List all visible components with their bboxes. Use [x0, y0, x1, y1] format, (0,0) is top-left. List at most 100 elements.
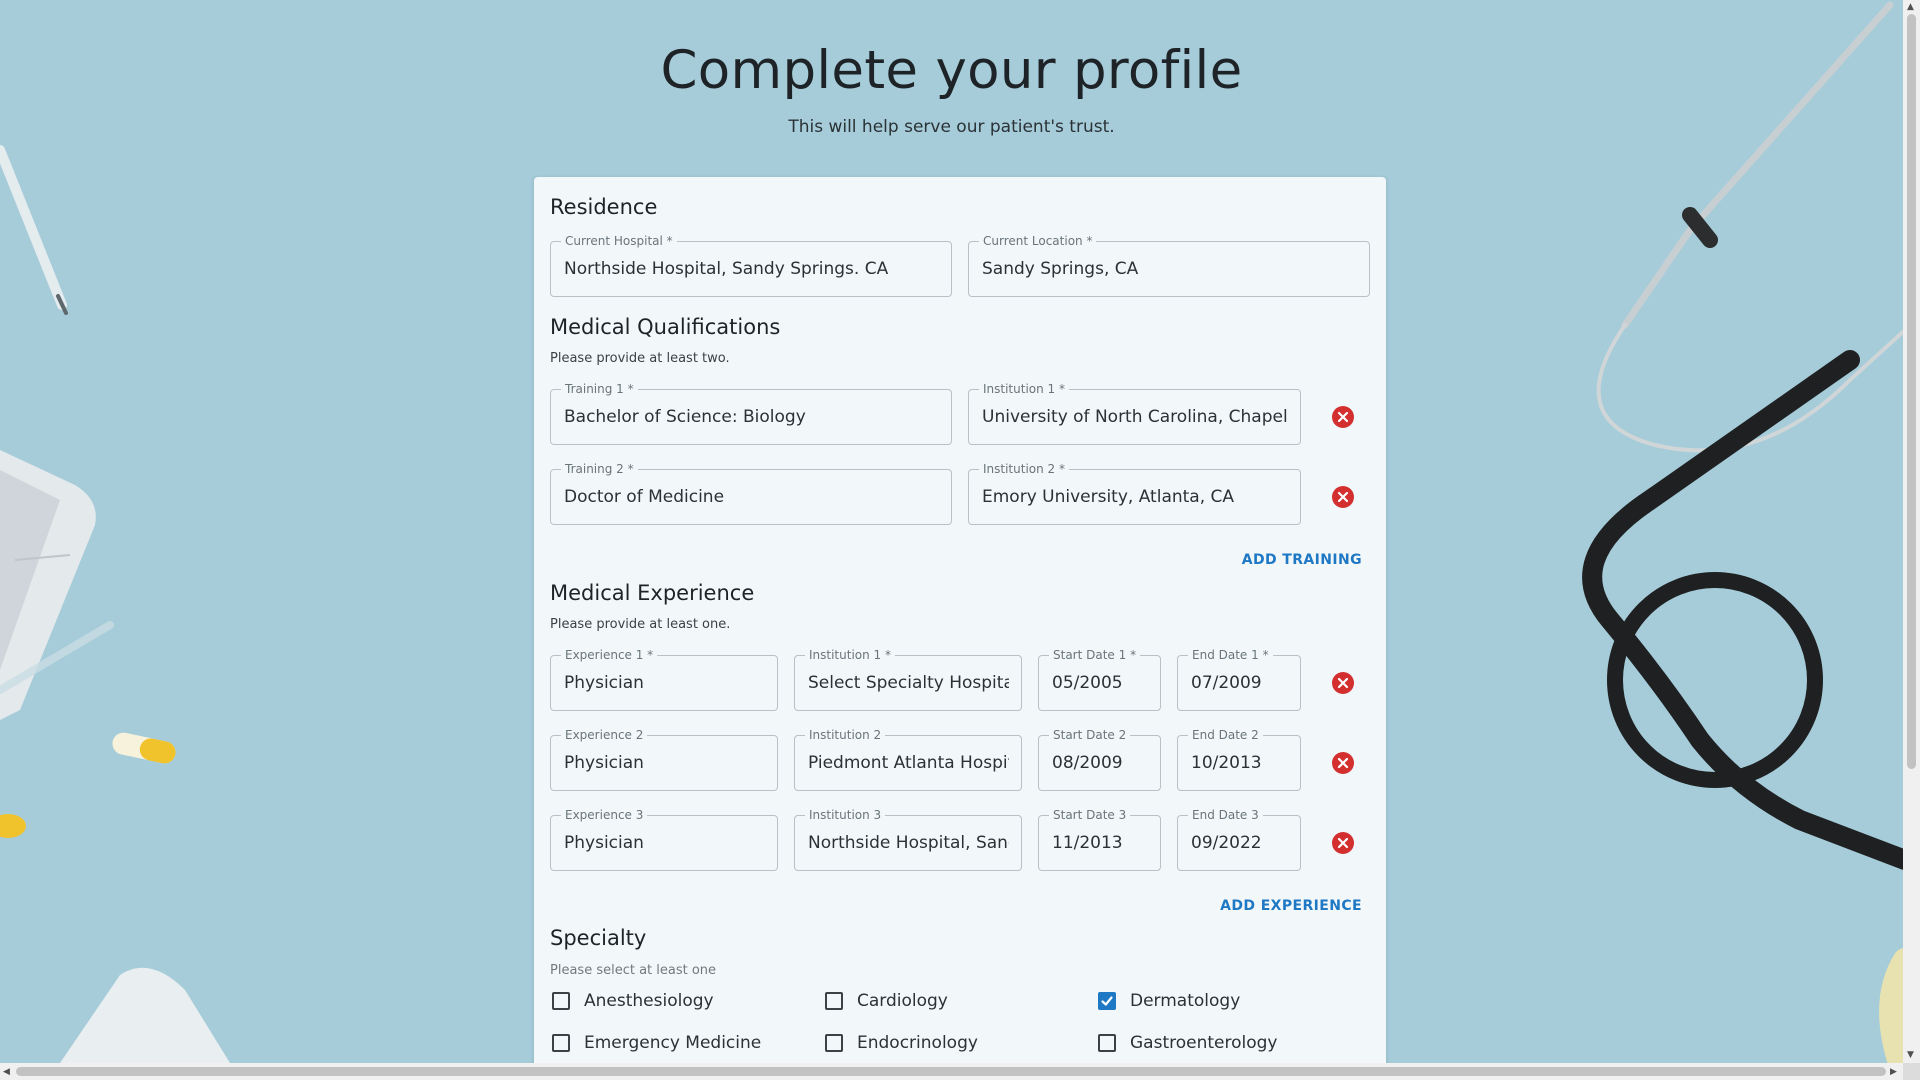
field-label: Institution 3 — [805, 808, 886, 822]
experience-1-field[interactable]: Experience 1 * Physician — [550, 648, 778, 711]
field-value: Piedmont Atlanta Hospital — [808, 753, 1009, 773]
start-date-1-field[interactable]: Start Date 1 * 05/2005 — [1038, 648, 1161, 711]
section-title-specialty: Specialty — [550, 926, 647, 950]
field-label: Experience 3 — [561, 808, 648, 822]
field-value: Select Specialty Hospital — [808, 673, 1009, 693]
field-value: Northside Hospital, Sandy Springs. CA — [564, 259, 889, 279]
close-icon — [1337, 837, 1349, 849]
remove-experience-1-button[interactable] — [1332, 672, 1354, 694]
end-date-2-field[interactable]: End Date 2 10/2013 — [1177, 728, 1301, 791]
field-value: 10/2013 — [1191, 753, 1262, 773]
check-icon — [1101, 996, 1113, 1006]
experience-institution-3-field[interactable]: Institution 3 Northside Hospital, Sandy … — [794, 808, 1022, 871]
scrollbar-corner — [1903, 1063, 1920, 1080]
vertical-scroll-thumb[interactable] — [1907, 14, 1916, 769]
qualifications-note: Please provide at least two. — [550, 351, 730, 366]
field-label: Start Date 1 * — [1049, 648, 1141, 662]
close-icon — [1337, 677, 1349, 689]
training-1-field[interactable]: Training 1 * Bachelor of Science: Biolog… — [550, 382, 952, 445]
checkbox[interactable] — [825, 1034, 843, 1052]
checkbox[interactable] — [1098, 1034, 1116, 1052]
scroll-up-icon[interactable]: ▲ — [1907, 2, 1914, 12]
end-date-1-field[interactable]: End Date 1 * 07/2009 — [1177, 648, 1301, 711]
remove-experience-2-button[interactable] — [1332, 752, 1354, 774]
experience-institution-1-field[interactable]: Institution 1 * Select Specialty Hospita… — [794, 648, 1022, 711]
specialty-option-dermatology[interactable]: Dermatology — [1098, 991, 1240, 1011]
specialty-option-endocrinology[interactable]: Endocrinology — [825, 1033, 978, 1053]
field-label: Training 1 * — [561, 382, 638, 396]
checkbox[interactable] — [552, 1034, 570, 1052]
specialty-option-anesthesiology[interactable]: Anesthesiology — [552, 991, 714, 1011]
checkbox-label: Cardiology — [857, 991, 948, 1011]
close-icon — [1337, 491, 1349, 503]
institution-1-field[interactable]: Institution 1 * University of North Caro… — [968, 382, 1301, 445]
remove-training-1-button[interactable] — [1332, 406, 1354, 428]
field-label: Institution 2 — [805, 728, 886, 742]
section-title-experience: Medical Experience — [550, 581, 755, 605]
specialty-option-gastroenterology[interactable]: Gastroenterology — [1098, 1033, 1277, 1053]
remove-experience-3-button[interactable] — [1332, 832, 1354, 854]
field-value: Bachelor of Science: Biology — [564, 407, 806, 427]
field-value: Doctor of Medicine — [564, 487, 725, 507]
page-title: Complete your profile — [660, 40, 1243, 101]
training-2-field[interactable]: Training 2 * Doctor of Medicine — [550, 462, 952, 525]
experience-2-field[interactable]: Experience 2 Physician — [550, 728, 778, 791]
checkbox-label: Emergency Medicine — [584, 1033, 762, 1053]
field-label: Institution 1 * — [979, 382, 1069, 396]
end-date-3-field[interactable]: End Date 3 09/2022 — [1177, 808, 1301, 871]
field-label: End Date 2 — [1188, 728, 1263, 742]
experience-institution-2-field[interactable]: Institution 2 Piedmont Atlanta Hospital — [794, 728, 1022, 791]
page-header: Complete your profile This will help ser… — [0, 40, 1903, 137]
current-hospital-field[interactable]: Current Hospital * Northside Hospital, S… — [550, 234, 952, 297]
field-value: Northside Hospital, Sandy Springs — [808, 833, 1009, 853]
start-date-2-field[interactable]: Start Date 2 08/2009 — [1038, 728, 1161, 791]
current-location-field[interactable]: Current Location * Sandy Springs, CA — [968, 234, 1370, 297]
checkbox-checked[interactable] — [1098, 992, 1116, 1010]
close-icon — [1337, 757, 1349, 769]
checkbox[interactable] — [552, 992, 570, 1010]
field-label: Start Date 3 — [1049, 808, 1131, 822]
field-value: 11/2013 — [1052, 833, 1123, 853]
field-value: 05/2005 — [1052, 673, 1123, 693]
field-label: Experience 2 — [561, 728, 648, 742]
field-value: Sandy Springs, CA — [982, 259, 1139, 279]
close-icon — [1337, 411, 1349, 423]
experience-3-field[interactable]: Experience 3 Physician — [550, 808, 778, 871]
field-label: Training 2 * — [561, 462, 638, 476]
field-label: Current Hospital * — [561, 234, 677, 248]
section-title-residence: Residence — [550, 195, 658, 219]
checkbox-label: Gastroenterology — [1130, 1033, 1278, 1053]
field-value: University of North Carolina, Chapel Hil… — [982, 407, 1288, 427]
specialty-option-emergency-medicine[interactable]: Emergency Medicine — [552, 1033, 761, 1053]
horizontal-scroll-thumb[interactable] — [16, 1067, 1886, 1076]
add-training-button[interactable]: ADD TRAINING — [1242, 552, 1362, 568]
experience-note: Please provide at least one. — [550, 617, 731, 632]
checkbox[interactable] — [825, 992, 843, 1010]
field-value: Physician — [564, 833, 644, 853]
field-value: Physician — [564, 673, 644, 693]
field-label: Institution 2 * — [979, 462, 1069, 476]
institution-2-field[interactable]: Institution 2 * Emory University, Atlant… — [968, 462, 1301, 525]
checkbox-label: Anesthesiology — [584, 991, 714, 1011]
remove-training-2-button[interactable] — [1332, 486, 1354, 508]
scroll-down-icon[interactable]: ▼ — [1907, 1050, 1914, 1060]
field-label: Start Date 2 — [1049, 728, 1131, 742]
scroll-left-icon[interactable]: ◀ — [3, 1067, 10, 1077]
field-value: 07/2009 — [1191, 673, 1262, 693]
specialty-note: Please select at least one — [550, 963, 717, 978]
add-experience-button[interactable]: ADD EXPERIENCE — [1220, 898, 1362, 914]
horizontal-scrollbar[interactable]: ◀ ▶ — [0, 1063, 1903, 1080]
field-value: Emory University, Atlanta, CA — [982, 487, 1235, 507]
field-value: 09/2022 — [1191, 833, 1262, 853]
field-value: Physician — [564, 753, 644, 773]
field-label: Experience 1 * — [561, 648, 658, 662]
vertical-scrollbar[interactable]: ▲ ▼ — [1903, 0, 1920, 1080]
section-title-qualifications: Medical Qualifications — [550, 315, 781, 339]
field-label: Institution 1 * — [805, 648, 895, 662]
start-date-3-field[interactable]: Start Date 3 11/2013 — [1038, 808, 1161, 871]
page-subtitle: This will help serve our patient's trust… — [788, 117, 1115, 137]
checkbox-label: Dermatology — [1130, 991, 1241, 1011]
specialty-option-cardiology[interactable]: Cardiology — [825, 991, 948, 1011]
scroll-right-icon[interactable]: ▶ — [1890, 1067, 1897, 1077]
field-label: End Date 3 — [1188, 808, 1263, 822]
